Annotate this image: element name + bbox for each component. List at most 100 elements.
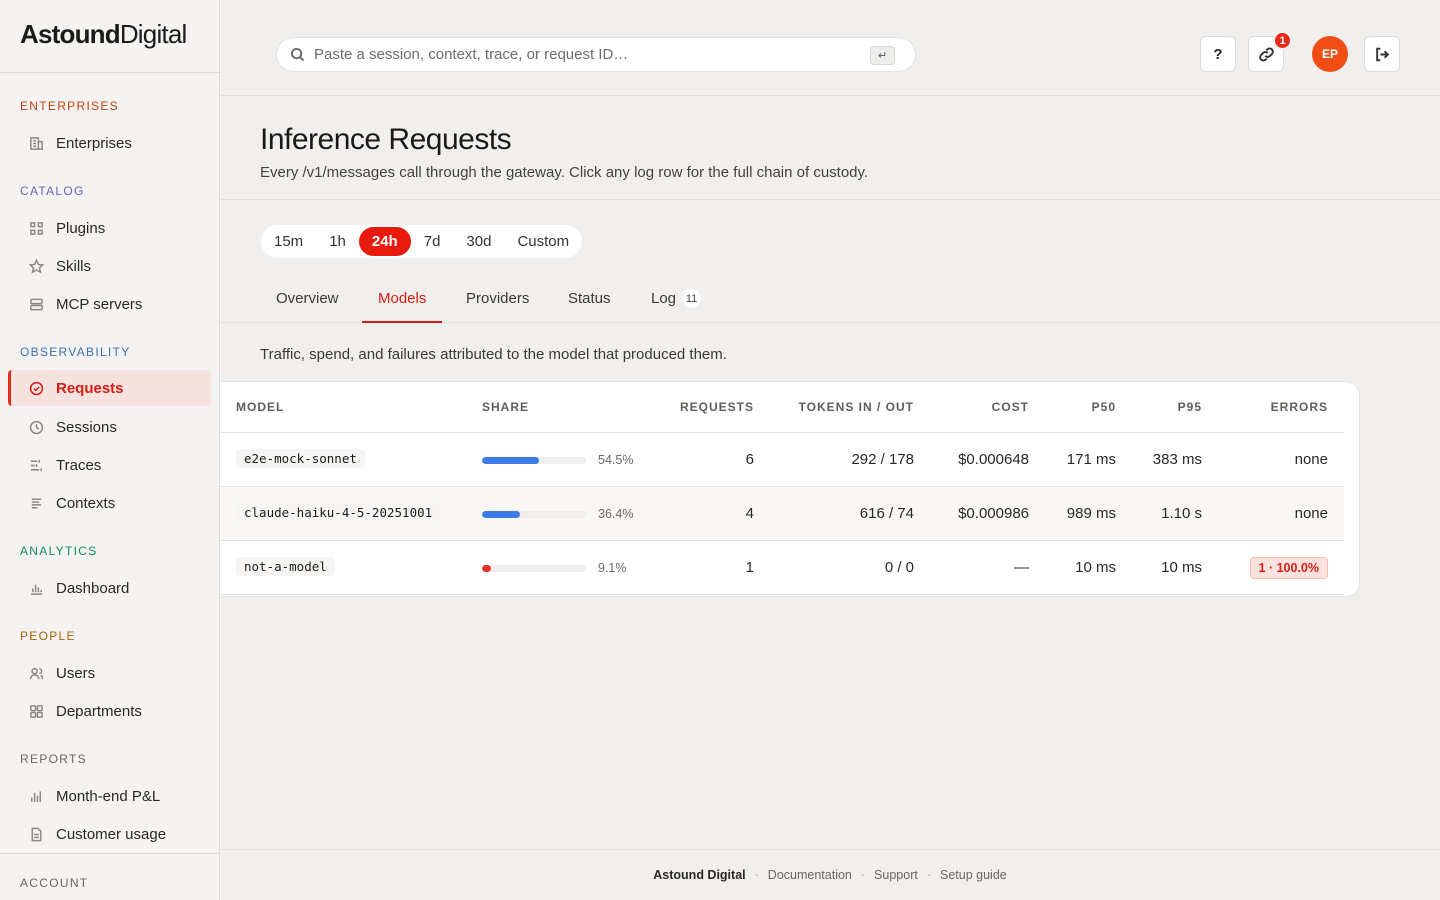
- tokens-in-out: 616 / 74: [859, 505, 914, 522]
- footer-brand: Astound Digital: [653, 868, 746, 882]
- tab-overview[interactable]: Overview: [260, 280, 355, 323]
- enter-key-hint: ↵: [870, 46, 895, 65]
- sidebar-item-users[interactable]: Users: [8, 655, 211, 691]
- sidebar-item-label: Traces: [56, 456, 102, 474]
- sidebar-item-plugins[interactable]: Plugins: [8, 210, 211, 246]
- range-15m[interactable]: 15m: [261, 227, 316, 256]
- range-24h[interactable]: 24h: [358, 227, 411, 256]
- table-row[interactable]: e2e-mock-sonnet 54.5% 6 292 / 178 $0.000648 1…: [220, 433, 1344, 487]
- p50-latency: 10 ms: [1075, 559, 1116, 576]
- sidebar-item-skills[interactable]: Skills: [8, 248, 211, 284]
- range-7d[interactable]: 7d: [411, 227, 454, 256]
- time-range-selector: 15m 1h 24h 7d 30d Custom: [261, 225, 583, 258]
- share-bar-fill: [482, 565, 492, 572]
- section-analytics: ANALYTICS: [20, 544, 98, 558]
- p95-latency: 10 ms: [1161, 559, 1202, 576]
- cost-value: $0.000648: [958, 451, 1029, 468]
- sidebar-item-enterprises[interactable]: Enterprises: [8, 125, 211, 161]
- col-p95[interactable]: P95: [1178, 400, 1202, 414]
- requests-count: 4: [745, 505, 754, 522]
- tab-log[interactable]: Log 11: [635, 280, 717, 323]
- server-icon: [28, 296, 44, 312]
- range-custom[interactable]: Custom: [504, 227, 582, 256]
- tab-models[interactable]: Models: [362, 280, 443, 323]
- tab-label: Status: [568, 290, 611, 307]
- sidebar-item-requests[interactable]: Requests: [8, 370, 211, 406]
- sidebar-item-mcp-servers[interactable]: MCP servers: [8, 286, 211, 322]
- brand-logo-part1: Astound: [20, 19, 121, 49]
- p50-latency: 171 ms: [1066, 451, 1116, 468]
- section-enterprises: ENTERPRISES: [20, 99, 119, 113]
- models-table: MODEL SHARE REQUESTS TOKENS IN / OUT COS…: [220, 381, 1360, 597]
- table-row[interactable]: not-a-model 9.1% 1 0 / 0 — 10 ms 10 ms 1 · 100.…: [220, 541, 1344, 595]
- notification-badge: 1: [1273, 31, 1292, 50]
- help-button[interactable]: ?: [1200, 36, 1236, 72]
- requests-count: 1: [745, 559, 754, 576]
- help-icon: ?: [1213, 45, 1223, 63]
- table-row[interactable]: claude-haiku-4-5-20251001 36.4% 4 616 / 74 $…: [220, 487, 1344, 541]
- log-count-badge: 11: [682, 289, 702, 308]
- bar-chart-icon: [28, 788, 44, 804]
- sidebar-item-label: Plugins: [56, 219, 106, 237]
- topbar: ↵ ? 1 EP: [220, 0, 1440, 96]
- col-requests[interactable]: REQUESTS: [680, 400, 754, 414]
- page-subtitle: Every /v1/messages call through the gate…: [260, 164, 869, 181]
- sidebar-item-month-end-pl[interactable]: Month-end P&L: [8, 778, 211, 814]
- section-people: PEOPLE: [20, 629, 76, 643]
- p50-latency: 989 ms: [1066, 505, 1116, 522]
- col-tokens[interactable]: TOKENS IN / OUT: [799, 400, 914, 414]
- brand-logo[interactable]: AstoundDigital: [0, 0, 219, 73]
- model-name: claude-haiku-4-5-20251001: [236, 503, 441, 522]
- page-header: Inference Requests Every /v1/messages ca…: [220, 96, 1440, 200]
- range-1h[interactable]: 1h: [316, 227, 359, 256]
- sidebar-item-traces[interactable]: Traces: [8, 447, 211, 483]
- sidebar-item-sessions[interactable]: Sessions: [8, 409, 211, 445]
- share-bar-fill: [482, 457, 539, 464]
- cost-value: —: [1014, 559, 1029, 576]
- search-icon: [290, 47, 305, 62]
- sidebar: AstoundDigital ENTERPRISES Enterprises C…: [0, 0, 220, 900]
- links-button[interactable]: 1: [1248, 31, 1292, 72]
- footer-link-setup-guide[interactable]: Setup guide: [940, 868, 1007, 882]
- section-reports: REPORTS: [20, 752, 87, 766]
- tab-label: Overview: [276, 290, 339, 307]
- sidebar-item-contexts[interactable]: Contexts: [8, 485, 211, 521]
- logout-button[interactable]: [1364, 36, 1400, 72]
- range-30d[interactable]: 30d: [453, 227, 504, 256]
- table-header: MODEL SHARE REQUESTS TOKENS IN / OUT COS…: [220, 382, 1344, 433]
- search-box[interactable]: ↵: [276, 37, 916, 72]
- share-bar: [482, 565, 586, 572]
- sidebar-item-departments[interactable]: Departments: [8, 693, 211, 729]
- share-percent: 54.5%: [598, 453, 634, 467]
- sidebar-item-label: Enterprises: [56, 134, 132, 152]
- footer-separator: ·: [754, 868, 759, 882]
- lines-icon: [28, 495, 44, 511]
- tab-providers[interactable]: Providers: [450, 280, 545, 323]
- tab-label: Providers: [466, 290, 530, 307]
- col-p50[interactable]: P50: [1092, 400, 1116, 414]
- col-model[interactable]: MODEL: [236, 400, 284, 414]
- page-title: Inference Requests: [260, 123, 512, 156]
- logout-icon: [1375, 47, 1389, 61]
- footer-separator: ·: [860, 868, 866, 882]
- tokens-in-out: 292 / 178: [851, 451, 914, 468]
- search-input[interactable]: [314, 46, 854, 63]
- col-share[interactable]: SHARE: [482, 400, 529, 414]
- section-account: ACCOUNT: [20, 876, 89, 890]
- sidebar-item-customer-usage[interactable]: Customer usage: [8, 816, 211, 852]
- avatar[interactable]: EP: [1312, 36, 1348, 72]
- model-name: e2e-mock-sonnet: [236, 449, 365, 468]
- footer-link-documentation[interactable]: Documentation: [768, 868, 852, 882]
- brand-logo-part2: Digital: [119, 19, 187, 49]
- sidebar-item-label: Contexts: [56, 494, 116, 512]
- col-cost[interactable]: COST: [992, 400, 1029, 414]
- section-catalog: CATALOG: [20, 184, 85, 198]
- squares-icon: [28, 703, 44, 719]
- footer-separator: ·: [926, 868, 931, 882]
- col-errors[interactable]: ERRORS: [1271, 400, 1328, 414]
- share-percent: 9.1%: [598, 561, 627, 575]
- footer-link-support[interactable]: Support: [874, 868, 918, 882]
- tab-status[interactable]: Status: [552, 280, 627, 323]
- sidebar-item-dashboard[interactable]: Dashboard: [8, 570, 211, 606]
- sidebar-divider: [0, 853, 219, 854]
